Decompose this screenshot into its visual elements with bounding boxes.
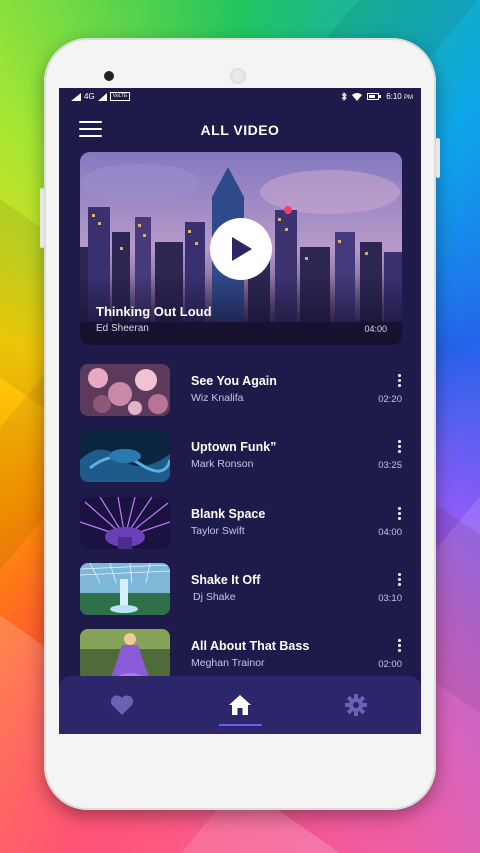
volte-badge: VoLTE (109, 92, 131, 101)
video-thumbnail (80, 430, 170, 482)
status-bar: 4G VoLTE 6:10 PM (59, 88, 421, 106)
app-header: ALL VIDEO (59, 110, 421, 150)
video-thumbnail (80, 563, 170, 615)
battery-icon (367, 93, 382, 100)
video-artist: Taylor Swift (191, 525, 245, 537)
play-icon (232, 237, 252, 261)
earpiece (230, 68, 246, 84)
video-thumbnail (80, 364, 170, 416)
wifi-icon (352, 92, 363, 101)
video-artist: Meghan Trainor (191, 657, 265, 669)
more-options-icon[interactable] (398, 507, 402, 521)
favorites-tab[interactable] (107, 690, 137, 720)
more-options-icon[interactable] (398, 639, 402, 653)
volume-button (40, 188, 44, 248)
gear-icon (345, 694, 367, 716)
video-title: Shake It Off (191, 573, 261, 587)
more-options-icon[interactable] (398, 573, 402, 587)
more-options-icon[interactable] (398, 374, 402, 388)
featured-artist: Ed Sheeran (96, 323, 149, 334)
video-row[interactable]: Shake It Off Dj Shake 03:10 (80, 563, 402, 617)
video-title: Blank Space (191, 507, 266, 521)
active-tab-indicator (219, 724, 262, 726)
settings-tab[interactable] (341, 690, 371, 720)
bluetooth-icon (341, 92, 347, 101)
clock: 6:10 PM (386, 92, 413, 101)
video-thumbnail (80, 629, 170, 681)
video-duration: 02:20 (378, 394, 402, 405)
featured-video-card[interactable]: Thinking Out Loud Ed Sheeran 04:00 (80, 152, 402, 345)
video-duration: 04:00 (378, 527, 402, 538)
video-duration: 03:10 (378, 593, 402, 604)
video-artist: Wiz Knalifa (191, 392, 244, 404)
front-camera (104, 71, 114, 81)
signal-icon (97, 92, 107, 101)
heart-icon (110, 695, 134, 715)
video-duration: 03:25 (378, 460, 402, 471)
network-label: 4G (84, 92, 95, 101)
signal-icon (71, 92, 81, 101)
featured-duration: 04:00 (364, 324, 387, 334)
home-icon (229, 695, 251, 715)
video-duration: 02:00 (378, 659, 402, 670)
video-artist: Dj Shake (193, 591, 236, 603)
more-options-icon[interactable] (398, 440, 402, 454)
app-screen: 4G VoLTE 6:10 PM ALL VIDEO Thinking Out … (59, 88, 421, 734)
video-title: All About That Bass (191, 639, 310, 653)
video-thumbnail (80, 497, 170, 549)
video-row[interactable]: All About That Bass Meghan Trainor 02:00 (80, 629, 402, 683)
home-tab[interactable] (225, 690, 255, 720)
power-button (436, 138, 440, 178)
video-row[interactable]: See You Again Wiz Knalifa 02:20 (80, 364, 402, 418)
play-button[interactable] (210, 218, 272, 280)
page-title: ALL VIDEO (200, 122, 280, 138)
video-artist: Mark Ronson (191, 458, 254, 470)
bottom-navigation (59, 676, 421, 734)
featured-title: Thinking Out Loud (96, 304, 212, 319)
video-title: See You Again (191, 374, 277, 388)
video-row[interactable]: Blank Space Taylor Swift 04:00 (80, 497, 402, 551)
video-title: Uptown Funk” (191, 440, 277, 454)
video-row[interactable]: Uptown Funk” Mark Ronson 03:25 (80, 430, 402, 484)
